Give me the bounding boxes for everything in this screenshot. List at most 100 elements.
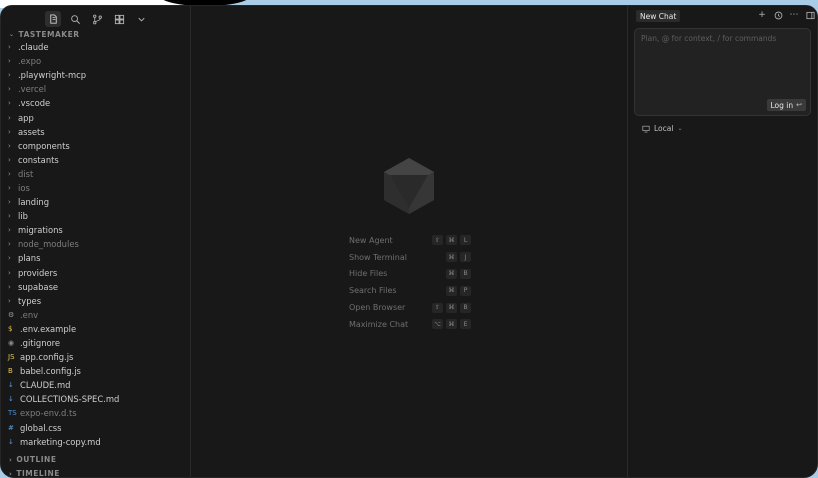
tree-folder[interactable]: › migrations <box>1 223 191 237</box>
project-section-header[interactable]: ⌄ TASTEMAKER <box>9 30 80 39</box>
tree-item-label: app <box>18 112 34 123</box>
tree-file[interactable]: JS app.config.js <box>1 350 191 364</box>
tree-folder[interactable]: › types <box>1 294 191 308</box>
chevron-right-icon: › <box>8 141 11 150</box>
source-control-tab-button[interactable] <box>89 11 105 27</box>
shortcut-row[interactable]: Hide Files ⌘ B <box>349 266 471 283</box>
tree-folder[interactable]: › .vercel <box>1 82 191 96</box>
timeline-section-header[interactable]: › TIMELINE <box>9 469 60 477</box>
chevron-right-icon: › <box>8 296 11 305</box>
environment-selector[interactable]: Local ⌄ <box>642 124 682 133</box>
tree-file[interactable]: ⚙ .env <box>1 308 191 322</box>
keycap: E <box>460 319 471 330</box>
files-icon <box>49 13 57 24</box>
tree-item-label: expo-env.d.ts <box>20 408 77 419</box>
shortcut-keys: ⇧ ⌘ B <box>432 302 471 313</box>
keycap: ⌘ <box>446 235 457 246</box>
cursor-logo-icon <box>384 158 434 214</box>
outline-section-header[interactable]: › OUTLINE <box>9 455 56 464</box>
tree-item-label: .env.example <box>20 323 77 334</box>
tree-folder[interactable]: › .playwright-mcp <box>1 68 191 82</box>
tree-file[interactable]: ↓ marketing-copy.md <box>1 435 191 449</box>
tree-folder[interactable]: › assets <box>1 125 191 139</box>
tree-file[interactable]: ↓ COLLECTIONS-SPEC.md <box>1 392 191 406</box>
tree-item-label: supabase <box>18 281 59 292</box>
tree-item-label: providers <box>18 267 58 278</box>
more-icon[interactable]: ⋯ <box>789 10 799 20</box>
tree-file[interactable]: ↓ CLAUDE.md <box>1 378 191 392</box>
shortcut-keys: ⌘ J <box>446 252 471 263</box>
shortcut-label: Open Browser <box>349 303 406 313</box>
more-views-dropdown[interactable] <box>133 11 149 27</box>
tree-item-label: ios <box>18 182 30 193</box>
tree-item-label: landing <box>18 197 50 208</box>
tree-file[interactable]: TS expo-env.d.ts <box>1 406 191 420</box>
chevron-right-icon: › <box>8 85 11 94</box>
shortcut-row[interactable]: Search Files ⌘ P <box>349 282 471 299</box>
tree-folder[interactable]: › .claude <box>1 40 191 54</box>
chat-input[interactable] <box>635 29 810 89</box>
shortcut-row[interactable]: New Agent ⇧ ⌘ L <box>349 232 471 249</box>
git-file-icon: ◉ <box>8 339 15 348</box>
tree-folder[interactable]: › landing <box>1 195 191 209</box>
shortcut-row[interactable]: Maximize Chat ⌥ ⌘ E <box>349 316 471 333</box>
chevron-down-icon: ⌄ <box>677 125 683 132</box>
tree-file[interactable]: $ .env.example <box>1 322 191 336</box>
chevron-right-icon: › <box>8 254 11 263</box>
shortcut-keys: ⇧ ⌘ L <box>432 235 471 246</box>
chevron-right-icon: › <box>8 155 11 164</box>
tree-folder[interactable]: › lib <box>1 209 191 223</box>
tree-item-label: assets <box>18 126 45 137</box>
tree-folder[interactable]: › node_modules <box>1 237 191 251</box>
tree-item-label: constants <box>18 154 59 165</box>
tree-folder[interactable]: › components <box>1 139 191 153</box>
shortcut-keys: ⌥ ⌘ E <box>432 319 471 330</box>
tree-item-label: node_modules <box>18 239 79 250</box>
keycap: ⌘ <box>446 285 457 296</box>
shortcut-row[interactable]: Show Terminal ⌘ J <box>349 249 471 266</box>
keycap: B <box>460 268 471 279</box>
shortcut-label: New Agent <box>349 235 393 245</box>
chevron-right-icon: › <box>8 57 11 66</box>
md-file-icon: ↓ <box>8 395 14 404</box>
chevron-right-icon: › <box>8 127 11 136</box>
extensions-tab-button[interactable] <box>111 11 127 27</box>
tree-folder[interactable]: › .vscode <box>1 96 191 110</box>
tree-folder[interactable]: › constants <box>1 153 191 167</box>
tree-folder[interactable]: › ios <box>1 181 191 195</box>
tree-folder[interactable]: › plans <box>1 251 191 265</box>
tree-folder[interactable]: › app <box>1 110 191 124</box>
tree-file[interactable]: # global.css <box>1 421 191 435</box>
dollar-file-icon: $ <box>8 324 13 333</box>
md-file-icon: ↓ <box>8 381 14 390</box>
history-icon[interactable] <box>773 10 783 20</box>
log-in-button[interactable]: Log in ↩ <box>766 99 806 111</box>
tree-folder[interactable]: › dist <box>1 167 191 181</box>
explorer-tab-button[interactable] <box>45 11 61 27</box>
toggle-panel-icon[interactable] <box>805 10 815 20</box>
plus-icon[interactable]: + <box>757 10 767 20</box>
tree-folder[interactable]: › supabase <box>1 280 191 294</box>
new-chat-tab[interactable]: New Chat <box>636 10 681 22</box>
tree-item-label: COLLECTIONS-SPEC.md <box>20 394 120 405</box>
tree-file[interactable]: Bbabel.config.js <box>1 364 191 378</box>
keycap: ⇧ <box>432 235 443 246</box>
shortcut-label: Maximize Chat <box>349 319 409 329</box>
return-icon: ↩ <box>796 101 802 109</box>
tree-folder[interactable]: › .expo <box>1 54 191 68</box>
shortcut-label: Search Files <box>349 286 397 296</box>
shortcut-row[interactable]: Open Browser ⇧ ⌘ B <box>349 299 471 316</box>
tree-item-label: types <box>18 295 42 306</box>
keycap: B <box>460 302 471 313</box>
editor-empty-state: New Agent ⇧ ⌘ L Show Terminal ⌘ J Hide Files ⌘ B S… <box>191 6 627 477</box>
chevron-right-icon: › <box>8 99 11 108</box>
tree-folder[interactable]: › providers <box>1 266 191 280</box>
tree-item-label: .claude <box>18 42 49 53</box>
chevron-right-icon: › <box>8 240 11 249</box>
shortcut-keys: ⌘ B <box>446 268 471 279</box>
tree-item-label: components <box>18 140 70 151</box>
search-tab-button[interactable] <box>67 11 83 27</box>
ts-file-icon: TS <box>8 409 17 418</box>
tree-file[interactable]: ◉ .gitignore <box>1 336 191 350</box>
shortcut-label: Show Terminal <box>349 252 407 262</box>
